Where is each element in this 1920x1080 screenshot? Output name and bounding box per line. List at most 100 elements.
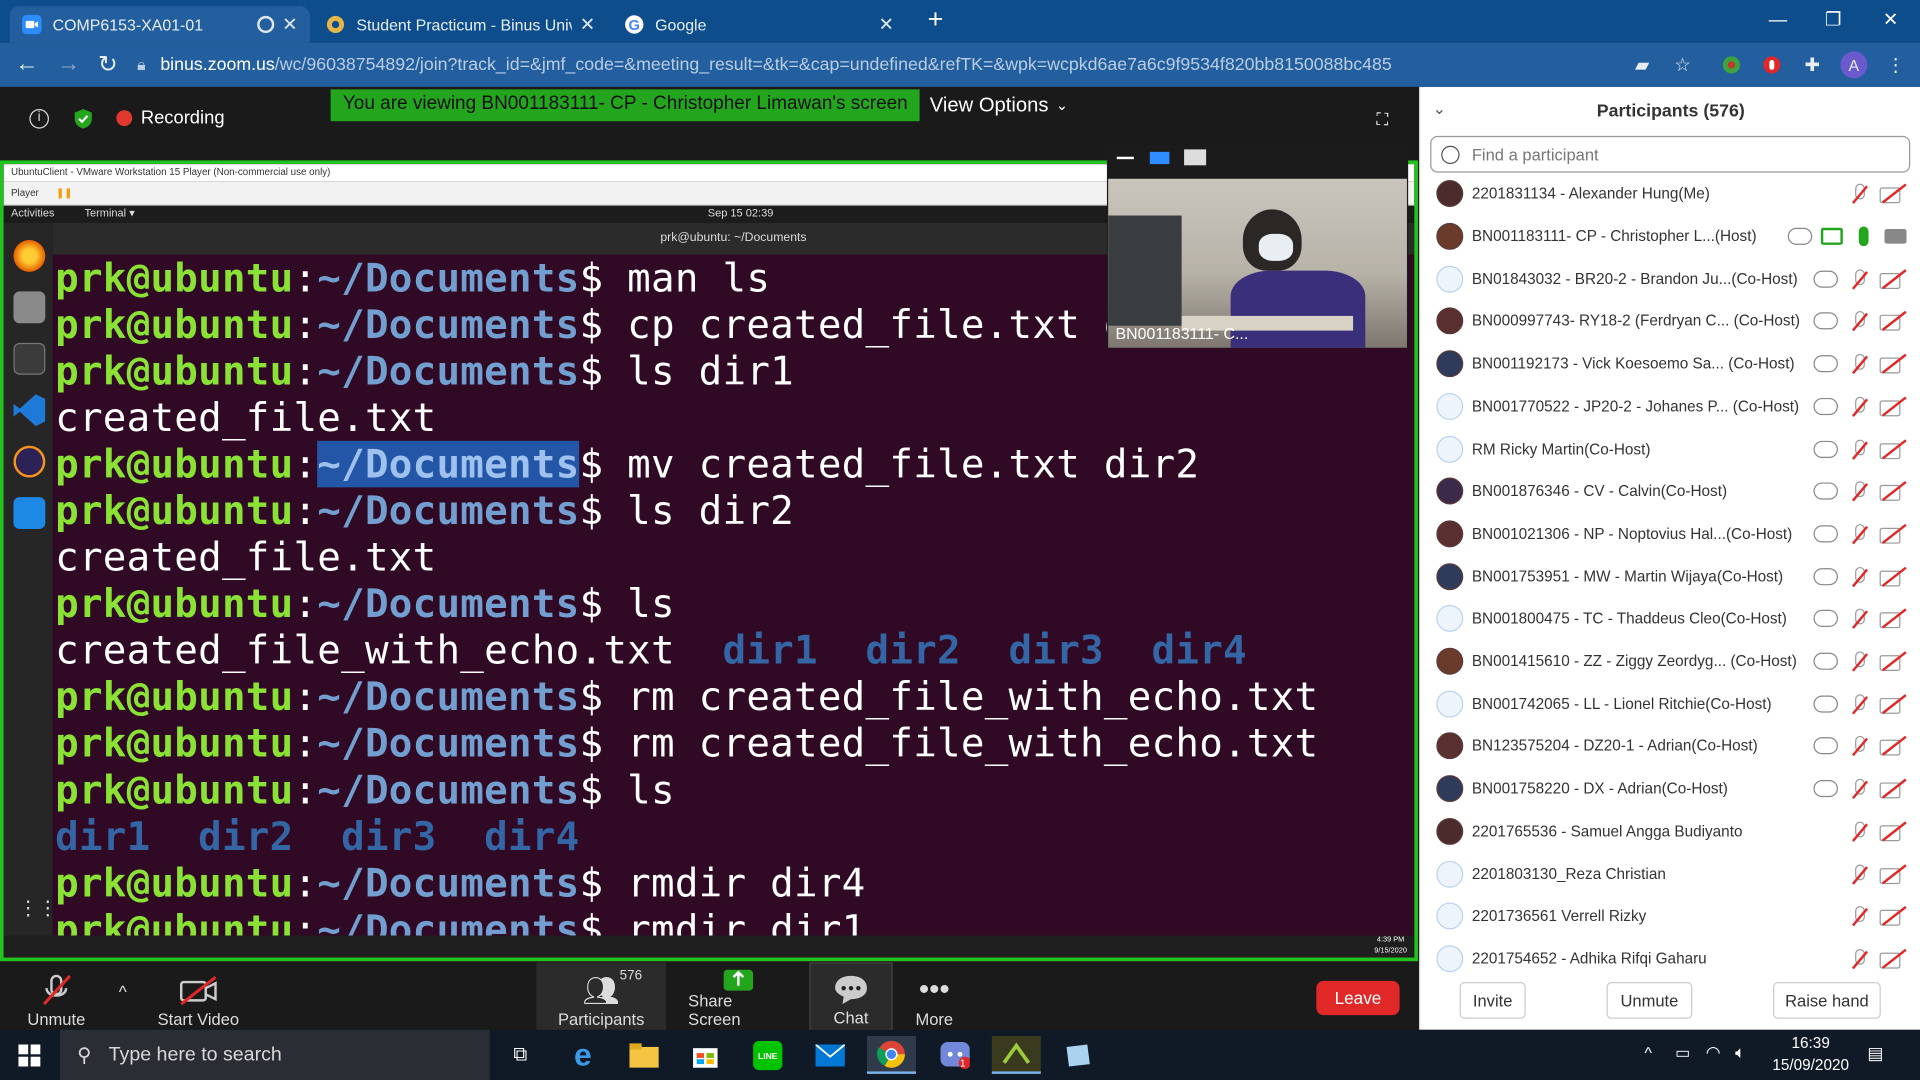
minimize-video-icon[interactable] bbox=[1116, 156, 1134, 160]
taskbar-search-box[interactable]: ⚲ Type here to search bbox=[60, 1029, 490, 1080]
eclipse-icon[interactable] bbox=[13, 445, 46, 478]
terminal-icon[interactable] bbox=[13, 342, 46, 375]
windows-start-icon[interactable] bbox=[5, 1036, 54, 1074]
muted-mic-icon bbox=[1847, 649, 1871, 673]
participant-row[interactable]: BN001192173 - Vick Koesoemo Sa... (Co-Ho… bbox=[1420, 343, 1920, 385]
participant-status bbox=[1813, 649, 1906, 673]
player-menu[interactable]: Player bbox=[11, 187, 39, 198]
participant-row[interactable]: 2201803130_Reza Christian bbox=[1420, 852, 1920, 894]
minimize-button[interactable]: — bbox=[1753, 5, 1802, 34]
participant-row[interactable]: BN001876346 - CV - Calvin(Co-Host) bbox=[1420, 470, 1920, 512]
taskbar-clock[interactable]: 16:39 15/09/2020 bbox=[1772, 1032, 1849, 1076]
wifi-icon[interactable]: ◠ bbox=[1706, 1042, 1721, 1063]
participant-row[interactable]: RM Ricky Martin(Co-Host) bbox=[1420, 428, 1920, 470]
participant-row[interactable]: BN123575204 - DZ20-1 - Adrian(Co-Host) bbox=[1420, 725, 1920, 767]
participants-button[interactable]: 👥︎ 576 Participants bbox=[536, 962, 667, 1032]
extension-icon[interactable] bbox=[1719, 53, 1743, 77]
writer-icon[interactable] bbox=[13, 497, 46, 529]
video-thumbnail[interactable]: BN001183111- C... bbox=[1106, 144, 1409, 348]
unmute-panel-button[interactable]: Unmute bbox=[1606, 982, 1693, 1019]
action-center-icon[interactable]: ▤ bbox=[1867, 1043, 1883, 1064]
close-tab-icon[interactable]: ✕ bbox=[282, 13, 297, 36]
shield-icon[interactable] bbox=[73, 108, 93, 130]
participant-row[interactable]: BN001753951 - MW - Martin Wijaya(Co-Host… bbox=[1420, 555, 1920, 597]
participant-row[interactable]: BN001770522 - JP20-2 - Johanes P... (Co-… bbox=[1420, 385, 1920, 427]
participant-row[interactable]: 2201765536 - Samuel Angga Budiyanto bbox=[1420, 810, 1920, 852]
forward-icon[interactable]: → bbox=[54, 50, 83, 79]
file-explorer-icon[interactable] bbox=[620, 1036, 669, 1074]
close-tab-icon[interactable]: ✕ bbox=[878, 13, 893, 36]
close-tab-icon[interactable]: ✕ bbox=[580, 13, 595, 36]
pause-icon[interactable]: ❚❚ bbox=[56, 187, 72, 198]
extension-red-icon[interactable] bbox=[1760, 53, 1784, 77]
chat-button[interactable]: Chat bbox=[809, 962, 893, 1032]
vscode-icon[interactable] bbox=[13, 394, 46, 427]
invite-button[interactable]: Invite bbox=[1459, 982, 1526, 1019]
vmware-icon[interactable] bbox=[1053, 1036, 1102, 1074]
battery-icon[interactable]: ▭ bbox=[1675, 1043, 1690, 1063]
files-icon[interactable] bbox=[13, 291, 46, 324]
participant-row[interactable]: BN001758220 - DX - Adrian(Co-Host) bbox=[1420, 768, 1920, 810]
find-participant-input[interactable]: Find a participant bbox=[1430, 135, 1911, 173]
activities-button[interactable]: Activities bbox=[11, 207, 54, 219]
close-window-button[interactable]: ✕ bbox=[1866, 5, 1915, 34]
svg-text:LINE: LINE bbox=[758, 1051, 778, 1061]
participant-row[interactable]: BN001021306 - NP - Noptovius Hal...(Co-H… bbox=[1420, 513, 1920, 555]
firefox-icon[interactable] bbox=[13, 240, 46, 272]
share-screen-button[interactable]: Share Screen bbox=[688, 962, 788, 1031]
restore-button[interactable]: ❐ bbox=[1809, 5, 1858, 34]
show-hidden-icons-icon[interactable]: ^ bbox=[1644, 1043, 1651, 1061]
camera-blocked-icon[interactable]: ▰ bbox=[1630, 53, 1654, 77]
raise-hand-button[interactable]: Raise hand bbox=[1773, 982, 1881, 1019]
avatar bbox=[1436, 520, 1464, 548]
tab-zoom-meeting[interactable]: COMP6153-XA01-01 ✕ bbox=[9, 6, 310, 43]
profile-avatar[interactable]: A bbox=[1840, 51, 1868, 79]
participant-row[interactable]: BN001183111- CP - Christopher L...(Host) bbox=[1420, 215, 1920, 257]
menu-icon[interactable]: ⋮ bbox=[1883, 53, 1907, 77]
avatar bbox=[1436, 690, 1464, 718]
back-icon[interactable]: ← bbox=[12, 50, 41, 79]
info-icon[interactable]: i bbox=[29, 108, 49, 129]
edge-icon[interactable]: e bbox=[558, 1036, 607, 1074]
audio-options-chevron-icon[interactable]: ^ bbox=[119, 982, 127, 1002]
expand-video-icon[interactable] bbox=[1184, 149, 1207, 166]
view-options-button[interactable]: View Options ⌄ bbox=[920, 94, 1078, 117]
terminal-menu[interactable]: Terminal ▾ bbox=[84, 207, 134, 220]
camera-off-icon bbox=[1879, 821, 1907, 842]
monitor-shape bbox=[1108, 215, 1182, 326]
terminal-output: prk@ubuntu:~/Documents$ man ls prk@ubuntu… bbox=[52, 254, 1415, 938]
new-tab-button[interactable]: + bbox=[918, 4, 952, 35]
bookmark-star-icon[interactable]: ☆ bbox=[1670, 53, 1694, 77]
line-app-icon[interactable]: LINE bbox=[743, 1036, 792, 1074]
participant-row[interactable]: BN000997743- RY18-2 (Ferdryan C... (Co-H… bbox=[1420, 300, 1920, 342]
url-field[interactable]: 🔒︎ binus.zoom.us/wc/96038754892/join?tra… bbox=[137, 49, 1704, 81]
camera-off-icon bbox=[1879, 269, 1907, 289]
start-video-button[interactable]: Start Video bbox=[153, 962, 244, 1031]
participant-name: 2201754652 - Adhika Rifqi Gaharu bbox=[1471, 950, 1707, 968]
extensions-puzzle-icon[interactable]: ✚ bbox=[1800, 53, 1824, 77]
leave-button[interactable]: Leave bbox=[1316, 980, 1400, 1016]
participant-row[interactable]: 2201754652 - Adhika Rifqi Gaharu bbox=[1420, 937, 1920, 979]
snipping-tool-icon[interactable] bbox=[991, 1035, 1041, 1074]
participant-row[interactable]: 2201831134 - Alexander Hung(Me) bbox=[1420, 173, 1920, 215]
chrome-icon[interactable] bbox=[866, 1035, 916, 1074]
more-button[interactable]: ••• More bbox=[904, 962, 965, 1031]
store-icon[interactable] bbox=[681, 1036, 730, 1074]
mail-icon[interactable] bbox=[806, 1036, 855, 1074]
participant-row[interactable]: BN01843032 - BR20-2 - Brandon Ju...(Co-H… bbox=[1420, 258, 1920, 300]
camera-off-icon bbox=[1879, 439, 1907, 459]
camera-off-icon bbox=[1879, 354, 1907, 374]
tab-google[interactable]: G Google ✕ bbox=[612, 6, 906, 43]
participant-row[interactable]: BN001415610 - ZZ - Ziggy Zeordyg... (Co-… bbox=[1420, 640, 1920, 682]
unmute-button[interactable]: Unmute bbox=[24, 962, 88, 1031]
task-view-icon[interactable]: ⧉ bbox=[496, 1036, 545, 1074]
speaker-view-icon[interactable] bbox=[1149, 151, 1170, 165]
participant-row[interactable]: BN001742065 - LL - Lionel Ritchie(Co-Hos… bbox=[1420, 683, 1920, 725]
discord-icon[interactable]: 1 bbox=[931, 1036, 980, 1074]
tab-student-practicum[interactable]: Student Practicum - Binus Univer ✕ bbox=[313, 6, 607, 43]
fullscreen-icon[interactable]: ⛶ bbox=[1376, 109, 1388, 130]
participant-row[interactable]: BN001800475 - TC - Thaddeus Cleo(Co-Host… bbox=[1420, 598, 1920, 640]
participant-row[interactable]: 2201736561 Verrell Rizky bbox=[1420, 895, 1920, 937]
reload-icon[interactable]: ↻ bbox=[93, 50, 122, 79]
volume-icon[interactable]: 🔈︎ bbox=[1735, 1042, 1745, 1063]
